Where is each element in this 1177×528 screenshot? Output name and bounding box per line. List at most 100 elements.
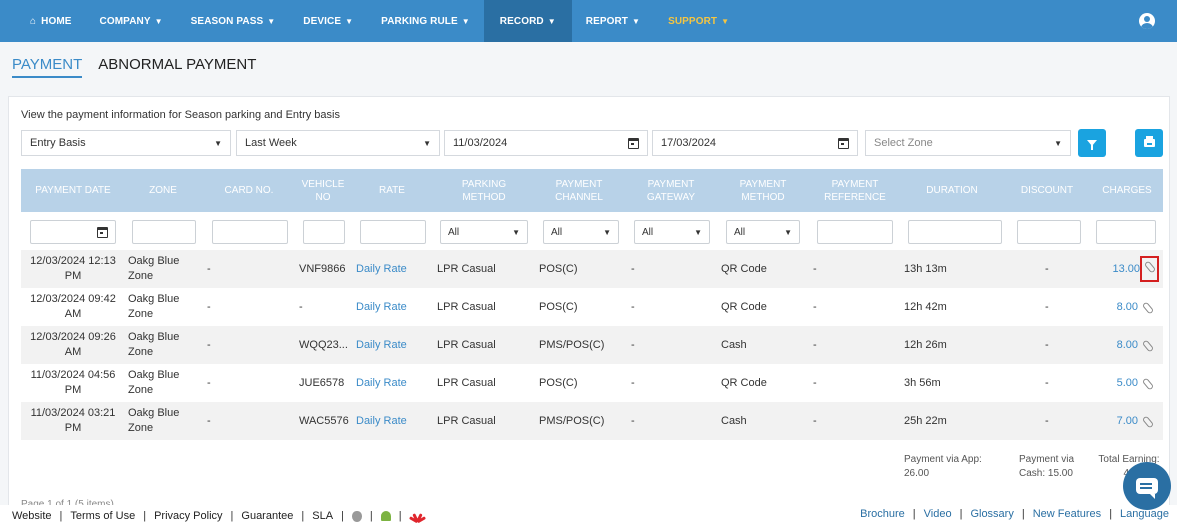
nav-parking-rule-label: PARKING RULE <box>381 15 458 27</box>
filter-charges[interactable] <box>1096 220 1156 244</box>
nav-season-pass[interactable]: SEASON PASS ▼ <box>177 0 290 42</box>
period-select[interactable]: Last Week ▼ <box>236 130 440 156</box>
nav-season-pass-label: SEASON PASS <box>190 15 264 27</box>
cell-parking-method: LPR Casual <box>437 414 496 427</box>
tab-abnormal-payment[interactable]: ABNORMAL PAYMENT <box>98 56 256 78</box>
android-icon[interactable] <box>380 511 391 521</box>
filter-zone[interactable] <box>132 220 196 244</box>
cell-reference: - <box>813 338 817 351</box>
filter-duration[interactable] <box>908 220 1002 244</box>
end-date-input[interactable]: 17/03/2024 <box>652 130 858 156</box>
col-rate[interactable]: RATE <box>349 169 435 212</box>
cell-rate-link[interactable]: Daily Rate <box>356 402 432 440</box>
charges-link[interactable]: 5.00 <box>1117 376 1138 391</box>
table-row[interactable]: 12/03/2024 09:26 AM Oakg Blue Zone - WQQ… <box>21 326 1163 364</box>
footer-sla[interactable]: SLA <box>312 510 333 522</box>
paperclip-icon[interactable] <box>1142 302 1153 313</box>
cell-charges: 13.00 <box>1081 250 1159 288</box>
huawei-icon[interactable] <box>408 511 426 523</box>
col-duration[interactable]: DURATION <box>901 169 1003 212</box>
page-tabs: PAYMENT ABNORMAL PAYMENT <box>12 56 256 78</box>
footer-video[interactable]: Video <box>924 508 952 520</box>
start-date-input[interactable]: 11/03/2024 <box>444 130 648 156</box>
cell-rate-link[interactable]: Daily Rate <box>356 250 432 288</box>
nav-record-label: RECORD <box>499 15 544 27</box>
col-payment-date[interactable]: PAYMENT DATE <box>21 169 125 212</box>
calendar-icon[interactable] <box>97 226 108 238</box>
attachment-button[interactable] <box>1140 256 1159 282</box>
filter-vehicle-no[interactable] <box>303 220 345 244</box>
col-payment-channel[interactable]: PAYMENT CHANNEL <box>533 169 625 212</box>
separator: | <box>398 510 402 522</box>
caret-down-icon: ▼ <box>547 16 556 26</box>
filter-payment-gateway[interactable]: All ▼ <box>634 220 710 244</box>
filter-rate[interactable] <box>360 220 426 244</box>
table-row[interactable]: 11/03/2024 03:21 PM Oakg Blue Zone - WAC… <box>21 402 1163 440</box>
filter-payment-method[interactable]: All ▼ <box>726 220 800 244</box>
tab-payment[interactable]: PAYMENT <box>12 56 83 78</box>
nav-record[interactable]: RECORD ▼ <box>483 0 572 42</box>
cell-rate-link[interactable]: Daily Rate <box>356 364 432 402</box>
paperclip-icon[interactable] <box>1142 416 1153 427</box>
col-card-no[interactable]: CARD NO. <box>201 169 297 212</box>
col-payment-gateway[interactable]: PAYMENT GATEWAY <box>625 169 717 212</box>
separator: | <box>1021 508 1025 520</box>
nav-device[interactable]: DEVICE ▼ <box>289 0 367 42</box>
filter-parking-method[interactable]: All ▼ <box>440 220 528 244</box>
col-vehicle-no[interactable]: VEHICLE NO <box>297 169 349 212</box>
separator: | <box>143 510 147 522</box>
col-parking-method[interactable]: PARKING METHOD <box>435 169 533 212</box>
paperclip-icon[interactable] <box>1142 378 1153 389</box>
footer-guarantee[interactable]: Guarantee <box>241 510 293 522</box>
table-row[interactable]: 12/03/2024 09:42 AM Oakg Blue Zone - - D… <box>21 288 1163 326</box>
table-row[interactable]: 12/03/2024 12:13 PM Oakg Blue Zone - VNF… <box>21 250 1163 288</box>
filter-card-no[interactable] <box>212 220 288 244</box>
footer-website[interactable]: Website <box>12 510 52 522</box>
chat-button[interactable] <box>1123 462 1171 510</box>
cell-duration: 13h 13m <box>904 262 947 275</box>
nav-report[interactable]: REPORT ▼ <box>572 0 654 42</box>
cell-pay-method: QR Code <box>721 376 767 389</box>
filter-payment-reference[interactable] <box>817 220 893 244</box>
summary-cash-value: Cash: 15.00 <box>1019 468 1073 479</box>
nav-company[interactable]: COMPANY ▼ <box>86 0 177 42</box>
nav-parking-rule[interactable]: PARKING RULE ▼ <box>367 0 484 42</box>
nav-support[interactable]: SUPPORT ▼ <box>654 0 743 42</box>
filter-payment-date[interactable] <box>30 220 116 244</box>
filter-discount[interactable] <box>1017 220 1081 244</box>
calendar-icon[interactable] <box>838 137 849 149</box>
col-charges[interactable]: CHARGES <box>1091 169 1163 212</box>
charges-link[interactable]: 13.00 <box>1112 262 1140 277</box>
user-circle-icon[interactable] <box>1139 13 1155 29</box>
footer-new-features[interactable]: New Features <box>1033 508 1101 520</box>
footer-brochure[interactable]: Brochure <box>860 508 905 520</box>
charges-link[interactable]: 8.00 <box>1117 300 1138 315</box>
cell-rate-link[interactable]: Daily Rate <box>356 326 432 364</box>
table-row[interactable]: 11/03/2024 04:56 PM Oakg Blue Zone - JUE… <box>21 364 1163 402</box>
print-button[interactable] <box>1135 129 1163 157</box>
calendar-icon[interactable] <box>628 137 639 149</box>
footer-terms[interactable]: Terms of Use <box>70 510 135 522</box>
col-payment-method[interactable]: PAYMENT METHOD <box>717 169 809 212</box>
caret-down-icon: ▼ <box>512 227 520 237</box>
zone-select[interactable]: Select Zone ▼ <box>865 130 1071 156</box>
cell-channel: POS(C) <box>539 262 578 275</box>
cell-zone: Oakg Blue Zone <box>128 369 180 396</box>
filter-payment-channel[interactable]: All ▼ <box>543 220 619 244</box>
charges-link[interactable]: 8.00 <box>1117 338 1138 353</box>
col-payment-reference[interactable]: PAYMENT REFERENCE <box>809 169 901 212</box>
apple-icon[interactable] <box>351 510 362 522</box>
footer-privacy[interactable]: Privacy Policy <box>154 510 222 522</box>
col-discount[interactable]: DISCOUNT <box>1003 169 1091 212</box>
footer-glossary[interactable]: Glossary <box>970 508 1013 520</box>
cell-vehicle: - <box>299 300 303 313</box>
charges-link[interactable]: 7.00 <box>1117 414 1138 429</box>
paperclip-icon[interactable] <box>1142 340 1153 351</box>
col-zone[interactable]: ZONE <box>125 169 201 212</box>
basis-select[interactable]: Entry Basis ▼ <box>21 130 231 156</box>
filter-button[interactable] <box>1078 129 1106 157</box>
footer: Website | Terms of Use | Privacy Policy | G… <box>0 505 1177 528</box>
nav-home[interactable]: ⌂ HOME <box>16 0 86 42</box>
cell-zone: Oakg Blue Zone <box>128 407 180 434</box>
cell-rate-link[interactable]: Daily Rate <box>356 288 432 326</box>
